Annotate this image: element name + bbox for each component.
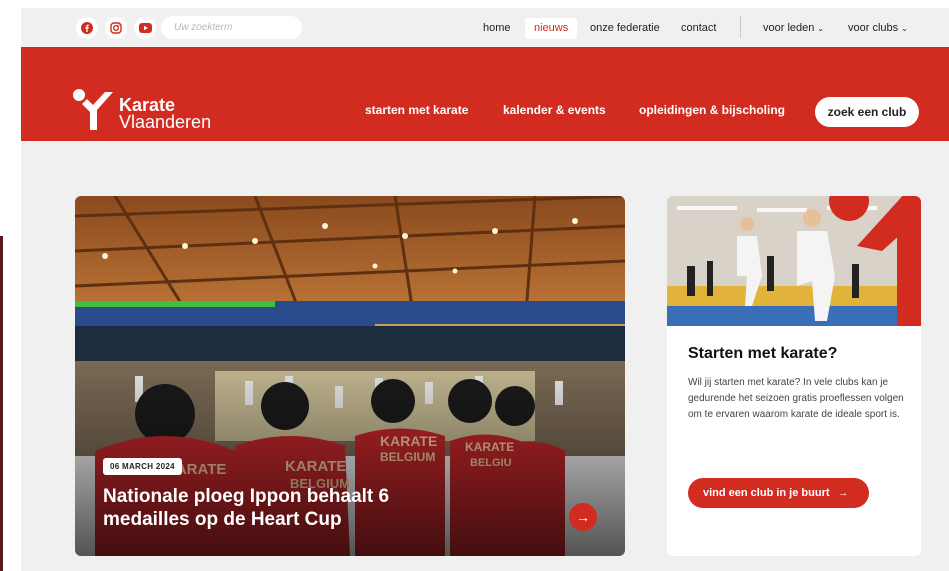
search-input[interactable]: Uw zoekterm (161, 16, 302, 39)
arrow-right-icon: → (837, 487, 849, 499)
news-title[interactable]: Nationale ploeg Ippon behaalt 6 medaille… (103, 485, 463, 531)
topbar: Uw zoekterm home nieuws onze federatie c… (21, 8, 949, 47)
youtube-icon[interactable] (134, 17, 156, 39)
topnav-voor-clubs-label: voor clubs (848, 22, 899, 34)
topnav-voor-clubs[interactable]: voor clubs ⌄ (848, 18, 908, 39)
zoek-een-club-button[interactable]: zoek een club (815, 97, 919, 127)
logo-text[interactable]: Karate Vlaanderen (119, 96, 212, 132)
arrow-right-icon[interactable]: → (569, 503, 597, 531)
news-date-badge: 06 MARCH 2024 (103, 458, 182, 475)
nav-opleidingen[interactable]: opleidingen & bijscholing (639, 103, 785, 117)
topnav-home[interactable]: home (483, 18, 511, 39)
chevron-down-icon: ⌄ (817, 24, 825, 33)
card-text: Wil jij starten met karate? In vele club… (688, 377, 904, 420)
topnav-divider (740, 16, 741, 38)
nav-kalender-events[interactable]: kalender & events (503, 103, 606, 117)
topnav-voor-leden[interactable]: voor leden ⌄ (763, 18, 824, 39)
chevron-down-icon: ⌄ (901, 24, 908, 33)
vind-een-club-button[interactable]: vind een club in je buurt → (688, 478, 869, 508)
topnav-voor-leden-label: voor leden (763, 22, 815, 34)
nav-starten-met-karate[interactable]: starten met karate (365, 103, 468, 117)
facebook-icon[interactable] (76, 17, 98, 39)
topnav-nieuws[interactable]: nieuws (525, 18, 578, 39)
instagram-icon[interactable] (105, 17, 127, 39)
page: Uw zoekterm home nieuws onze federatie c… (0, 0, 949, 571)
karate-kids-photo (667, 196, 921, 326)
topnav-federatie[interactable]: onze federatie (590, 18, 660, 39)
logo-line-2: Vlaanderen (119, 112, 212, 132)
karate-vlaanderen-logo-icon[interactable] (72, 88, 116, 135)
card-title: Starten met karate? (688, 345, 838, 362)
topnav-contact[interactable]: contact (681, 18, 716, 39)
left-edge-decoration (0, 236, 3, 571)
vind-een-club-label: vind een club in je buurt (703, 487, 830, 499)
